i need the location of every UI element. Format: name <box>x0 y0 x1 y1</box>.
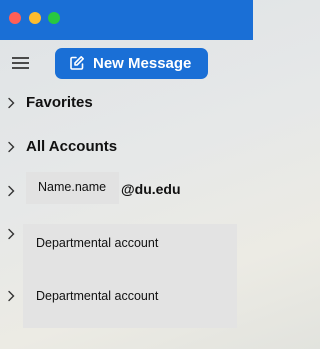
chevron-right-icon[interactable] <box>7 290 15 302</box>
hamburger-icon[interactable] <box>12 56 29 70</box>
chevron-right-icon[interactable] <box>7 141 15 153</box>
compose-icon <box>70 56 84 70</box>
departmental-account-1[interactable]: Departmental account <box>36 236 158 250</box>
minimize-window-button[interactable] <box>29 12 41 24</box>
chevron-right-icon[interactable] <box>7 185 15 197</box>
new-message-button[interactable]: New Message <box>55 48 208 79</box>
account-name-box[interactable]: Name.name <box>26 172 119 204</box>
departmental-account-2[interactable]: Departmental account <box>36 289 158 303</box>
account-name: Name.name <box>38 180 107 194</box>
title-bar <box>0 0 253 40</box>
chevron-right-icon[interactable] <box>7 228 15 240</box>
chevron-right-icon[interactable] <box>7 97 15 109</box>
folder-favorites[interactable]: Favorites <box>0 92 253 114</box>
folder-all-accounts[interactable]: All Accounts <box>0 136 253 158</box>
folder-label: Favorites <box>26 94 93 111</box>
folder-label: All Accounts <box>26 138 118 155</box>
account-domain: @du.edu <box>121 181 181 197</box>
new-message-label: New Message <box>93 55 192 72</box>
maximize-window-button[interactable] <box>48 12 60 24</box>
close-window-button[interactable] <box>9 12 21 24</box>
